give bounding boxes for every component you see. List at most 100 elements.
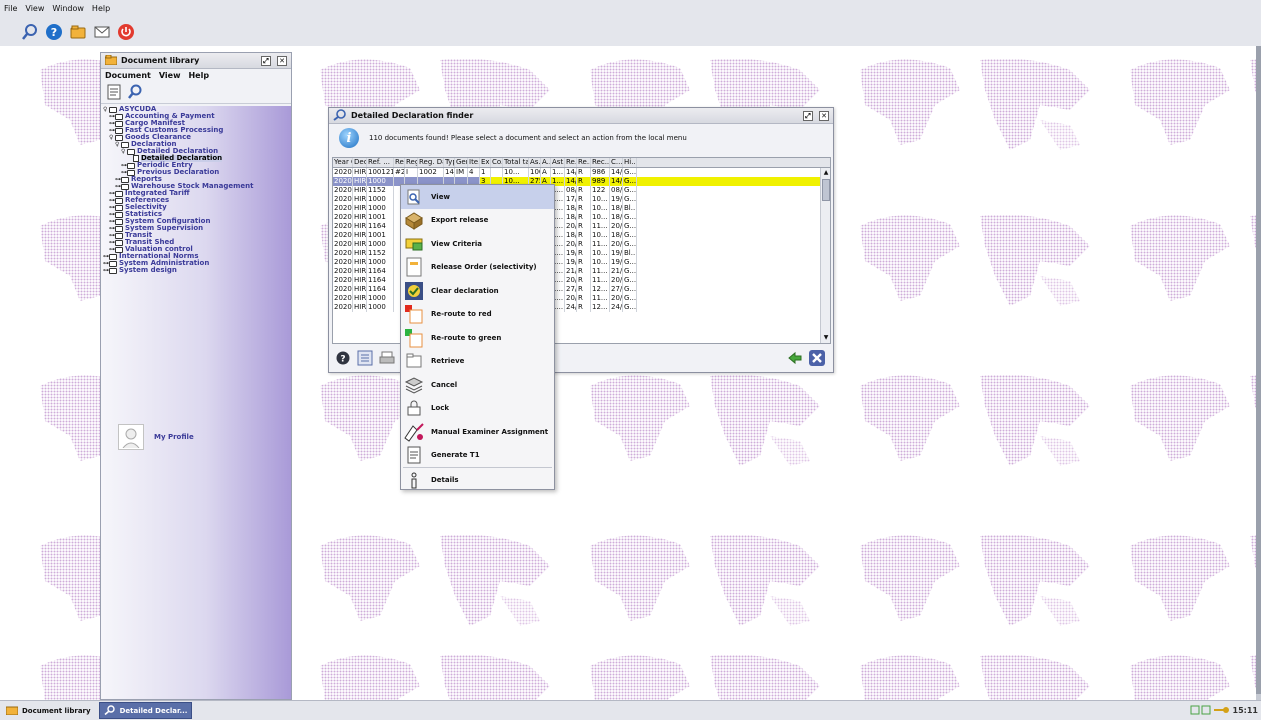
- column-header[interactable]: Ite...: [468, 158, 480, 167]
- menu-item-retrieve[interactable]: Retrieve: [401, 350, 554, 374]
- task-label: Detailed Declar...: [119, 706, 188, 715]
- menu-item-label: Export release: [431, 216, 489, 225]
- menu-item-re-route-to-green[interactable]: Re-route to green: [401, 326, 554, 350]
- table-cell: G...: [624, 294, 637, 303]
- table-cell: R: [577, 267, 591, 276]
- tree-item[interactable]: ♀ Goods Clearance: [103, 134, 254, 142]
- menu-item-view[interactable]: View: [401, 185, 554, 209]
- lock-icon: [403, 397, 425, 419]
- column-header[interactable]: Re...: [394, 158, 405, 167]
- menu-item-view-criteria[interactable]: View Criteria: [401, 232, 554, 256]
- my-profile[interactable]: My Profile: [118, 424, 194, 450]
- column-header[interactable]: Reg. Da...: [418, 158, 444, 167]
- column-header[interactable]: C...: [610, 158, 623, 167]
- column-header[interactable]: Re...: [565, 158, 577, 167]
- desktop-scrollbar[interactable]: [1256, 46, 1261, 700]
- column-header[interactable]: A...: [541, 158, 551, 167]
- column-header[interactable]: Declarant: [353, 158, 367, 167]
- new-document-icon[interactable]: [107, 84, 121, 102]
- column-header[interactable]: Reg...: [405, 158, 418, 167]
- close-window-icon[interactable]: [809, 350, 825, 366]
- back-icon[interactable]: [787, 350, 803, 366]
- table-cell: 2020: [333, 177, 353, 186]
- folder-icon: [121, 176, 129, 183]
- menu-item-details[interactable]: Details: [401, 468, 554, 492]
- help-icon[interactable]: ?: [335, 350, 351, 366]
- column-header[interactable]: Ref. ...: [367, 158, 394, 167]
- help-icon[interactable]: ?: [44, 22, 64, 42]
- table-cell: 1164: [367, 267, 394, 276]
- table-cell: 12...: [591, 303, 610, 312]
- tree-item[interactable]: ⊶ Previous Declaration: [103, 169, 254, 177]
- reroute-red-icon: [403, 303, 425, 325]
- menu-item-manual-examiner-assignment[interactable]: Manual Examiner Assignment: [401, 420, 554, 444]
- table-cell: 11...: [591, 267, 610, 276]
- menu-item-re-route-to-red[interactable]: Re-route to red: [401, 303, 554, 327]
- task-document-library[interactable]: Document library: [2, 702, 95, 719]
- table-scrollbar[interactable]: ▲ ▼: [820, 168, 830, 343]
- column-header[interactable]: Gen...: [455, 158, 468, 167]
- finder-icon[interactable]: [20, 22, 40, 42]
- menu-item-label: Cancel: [431, 380, 458, 389]
- table-cell: HIRA: [354, 303, 367, 312]
- mail-icon[interactable]: [92, 22, 112, 42]
- list-view-icon[interactable]: [357, 350, 373, 366]
- menu-view[interactable]: View: [25, 4, 44, 13]
- column-header[interactable]: Total ta...: [503, 158, 529, 167]
- table-row[interactable]: 2020HIRA1001211#2I100214/02/2...IM41 10..…: [333, 168, 830, 177]
- column-header[interactable]: Year O...: [333, 158, 353, 167]
- menu-item-release-order-selectivity[interactable]: Release Order (selectivity): [401, 256, 554, 280]
- menu-file[interactable]: File: [4, 4, 17, 13]
- table-cell: 10...: [591, 213, 610, 222]
- menu-item-label: Manual Examiner Assignment: [431, 427, 549, 436]
- table-cell: G...: [624, 285, 637, 294]
- doclib-menu-document[interactable]: Document: [105, 71, 151, 80]
- menu-item-clear-declaration[interactable]: Clear declaration: [401, 279, 554, 303]
- scroll-down-icon[interactable]: ▼: [821, 333, 830, 343]
- close-icon[interactable]: ✕: [277, 55, 287, 66]
- table-cell: 18/...: [566, 204, 577, 213]
- menu-item-cancel[interactable]: Cancel: [401, 373, 554, 397]
- view-criteria-icon: [403, 233, 425, 255]
- scroll-up-icon[interactable]: ▲: [821, 168, 830, 178]
- menu-item-label: Clear declaration: [431, 286, 499, 295]
- document-library-icon[interactable]: [68, 22, 88, 42]
- column-header[interactable]: Re...: [577, 158, 591, 167]
- document-library-titlebar[interactable]: Document library ⤢ ✕: [101, 53, 291, 69]
- exit-icon[interactable]: [116, 22, 136, 42]
- doclib-menu-view[interactable]: View: [159, 71, 181, 80]
- print-icon[interactable]: [379, 350, 395, 366]
- network-icon: [1190, 704, 1230, 718]
- doclib-menu-help[interactable]: Help: [188, 71, 209, 80]
- column-header[interactable]: Rec...: [591, 158, 610, 167]
- tree-item[interactable]: ⊶ System design: [103, 267, 254, 275]
- maximize-icon[interactable]: ⤢: [261, 55, 271, 66]
- menu-item-export-release[interactable]: Export release: [401, 209, 554, 233]
- table-cell: [491, 168, 503, 177]
- table-cell: 2020: [334, 168, 353, 177]
- table-cell: 19/...: [566, 258, 577, 267]
- table-cell: 20/...: [566, 240, 577, 249]
- menu-item-generate-t1[interactable]: Generate T1: [401, 444, 554, 468]
- finder-titlebar[interactable]: Detailed Declaration finder ⤢ ✕: [329, 108, 833, 124]
- table-cell: G...: [624, 213, 637, 222]
- maximize-icon[interactable]: ⤢: [803, 110, 813, 121]
- column-header[interactable]: Type: [444, 158, 455, 167]
- column-header[interactable]: Hi...: [623, 158, 637, 167]
- table-cell: G...: [624, 195, 637, 204]
- document-library-title: Document library: [121, 56, 200, 65]
- menu-window[interactable]: Window: [52, 4, 84, 13]
- task-detailed-declaration[interactable]: Detailed Declar...: [98, 702, 193, 719]
- close-icon[interactable]: ✕: [819, 110, 829, 121]
- table-cell: 10...: [591, 231, 610, 240]
- search-icon[interactable]: [127, 84, 143, 102]
- menu-help[interactable]: Help: [92, 4, 110, 13]
- column-header[interactable]: Ex...: [480, 158, 491, 167]
- menu-item-lock[interactable]: Lock: [401, 397, 554, 421]
- column-header[interactable]: Co...: [491, 158, 503, 167]
- view-icon: [403, 186, 425, 208]
- scroll-thumb[interactable]: [822, 179, 830, 201]
- column-header[interactable]: As...: [529, 158, 541, 167]
- table-cell: 1152: [367, 186, 394, 195]
- column-header[interactable]: Ast...: [551, 158, 565, 167]
